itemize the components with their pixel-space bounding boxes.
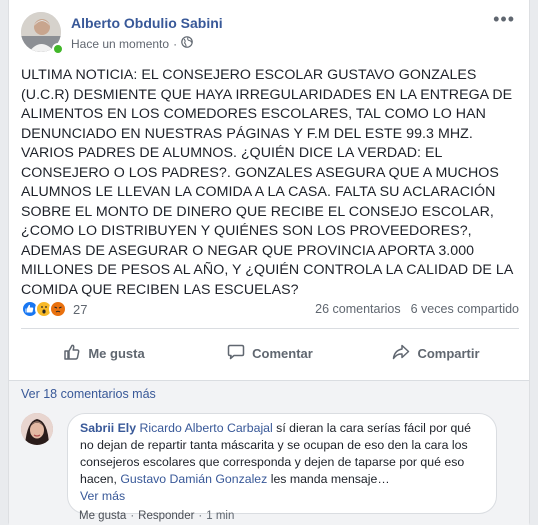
comment-actions: Me gusta · Responder · 1 min (79, 510, 234, 522)
comment-button[interactable]: Comentar (187, 336, 353, 370)
more-options-icon[interactable]: ••• (493, 10, 515, 28)
comment-mention-1[interactable]: Ricardo Alberto Carbajal (139, 421, 272, 435)
shares-count-link[interactable]: 6 veces compartido (411, 302, 519, 316)
like-button-label: Me gusta (88, 345, 145, 361)
online-status-dot (52, 43, 64, 55)
comment-like-link[interactable]: Me gusta (79, 510, 126, 522)
post-body-text: ULTIMA NOTICIA: EL CONSEJERO ESCOLAR GUS… (21, 67, 513, 298)
comment-mention-2[interactable]: Gustavo Damián Gonzalez (120, 472, 267, 486)
comment-actions-dot-1: · (130, 510, 135, 522)
comments-count-link[interactable]: 26 comentarios (315, 302, 400, 316)
post-card: Alberto Obdulio Sabini Hace un momento ·… (8, 0, 530, 525)
meta-separator: · (173, 36, 178, 51)
public-globe-icon[interactable] (181, 36, 193, 51)
stats-divider (21, 328, 519, 329)
like-button[interactable]: Me gusta (21, 336, 187, 370)
reaction-count: 27 (73, 301, 88, 317)
share-button-label: Compartir (417, 345, 480, 361)
comment-bubble: Sabrii Ely Ricardo Alberto Carbajal sí d… (67, 413, 497, 514)
thumbs-up-icon (63, 343, 81, 364)
post-author-name[interactable]: Alberto Obdulio Sabini (71, 15, 223, 31)
post-stats: 27 26 comentarios 6 veces compartido (21, 300, 519, 320)
comment-see-more-link[interactable]: Ver más (80, 488, 484, 505)
angry-reaction-icon (49, 300, 67, 318)
reactions-summary[interactable]: 27 (21, 300, 87, 318)
share-button[interactable]: Compartir (353, 336, 519, 370)
comment-bubble-icon (227, 343, 245, 364)
comment-text-2: les manda mensaje… (267, 472, 390, 486)
post-timestamp[interactable]: Hace un momento (71, 37, 169, 51)
comments-section: Ver 18 comentarios más Sabrii Ely Ricard… (9, 380, 529, 525)
comment-reply-link[interactable]: Responder (138, 510, 194, 522)
post-meta: Hace un momento · (71, 36, 193, 51)
comment-time[interactable]: 1 min (206, 510, 234, 522)
engagement-counts: 26 comentarios 6 veces compartido (315, 302, 519, 316)
comment-author[interactable]: Sabrii Ely (80, 421, 136, 435)
post-header: Alberto Obdulio Sabini Hace un momento ·… (9, 0, 529, 64)
share-arrow-icon (392, 343, 410, 364)
comment-actions-dot-2: · (198, 510, 203, 522)
comment-button-label: Comentar (252, 345, 313, 361)
commenter-avatar[interactable] (21, 413, 53, 445)
post-actions: Me gusta Comentar Compartir (21, 336, 519, 370)
view-more-comments-link[interactable]: Ver 18 comentarios más (21, 387, 156, 401)
